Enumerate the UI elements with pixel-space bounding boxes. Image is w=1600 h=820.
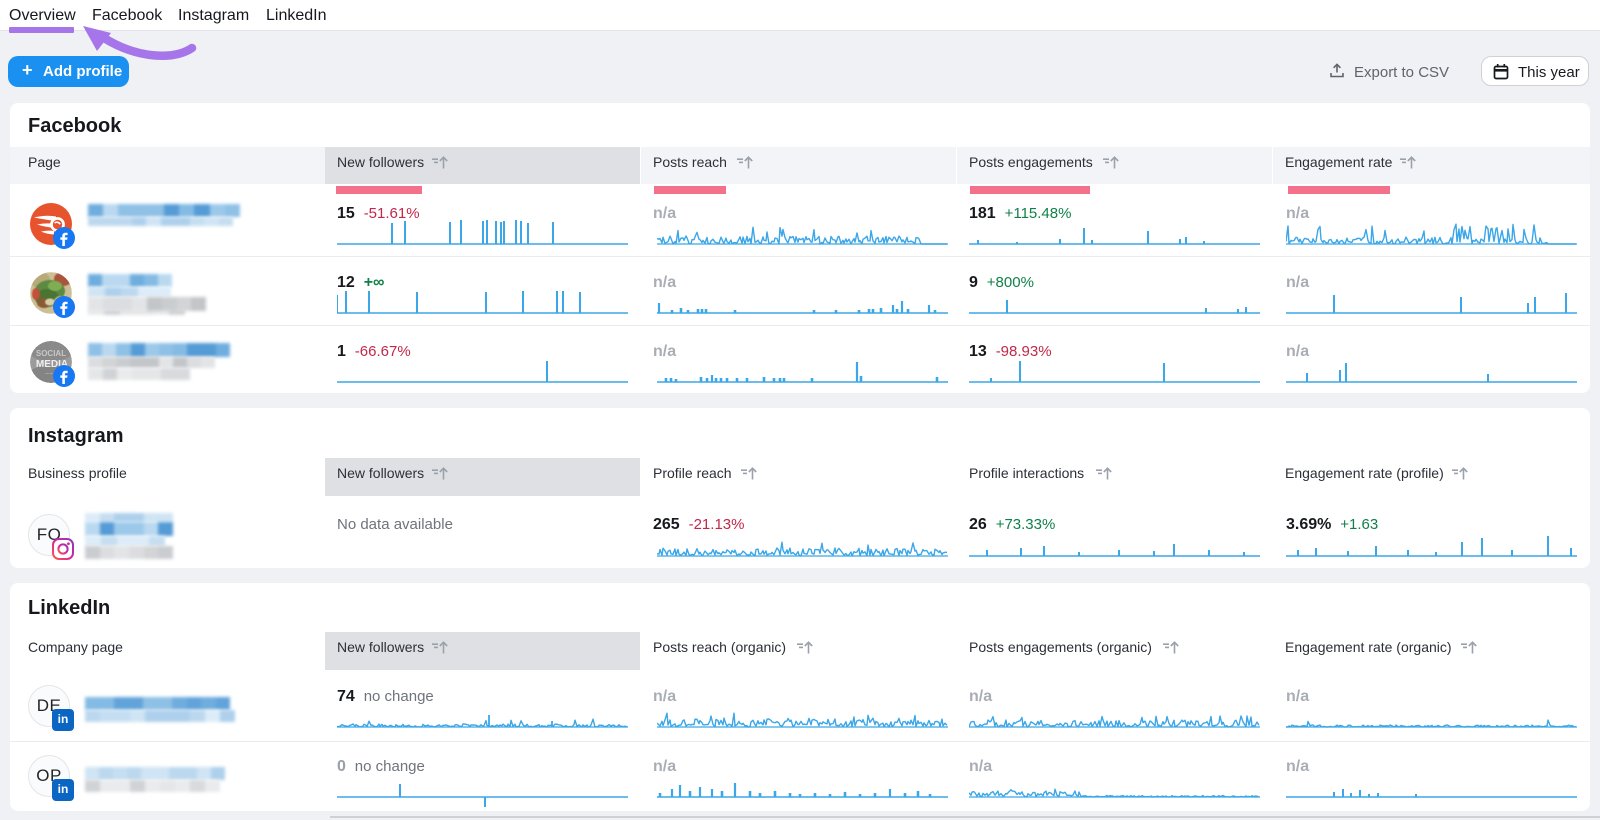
svg-text:SOCIAL: SOCIAL bbox=[36, 349, 66, 358]
